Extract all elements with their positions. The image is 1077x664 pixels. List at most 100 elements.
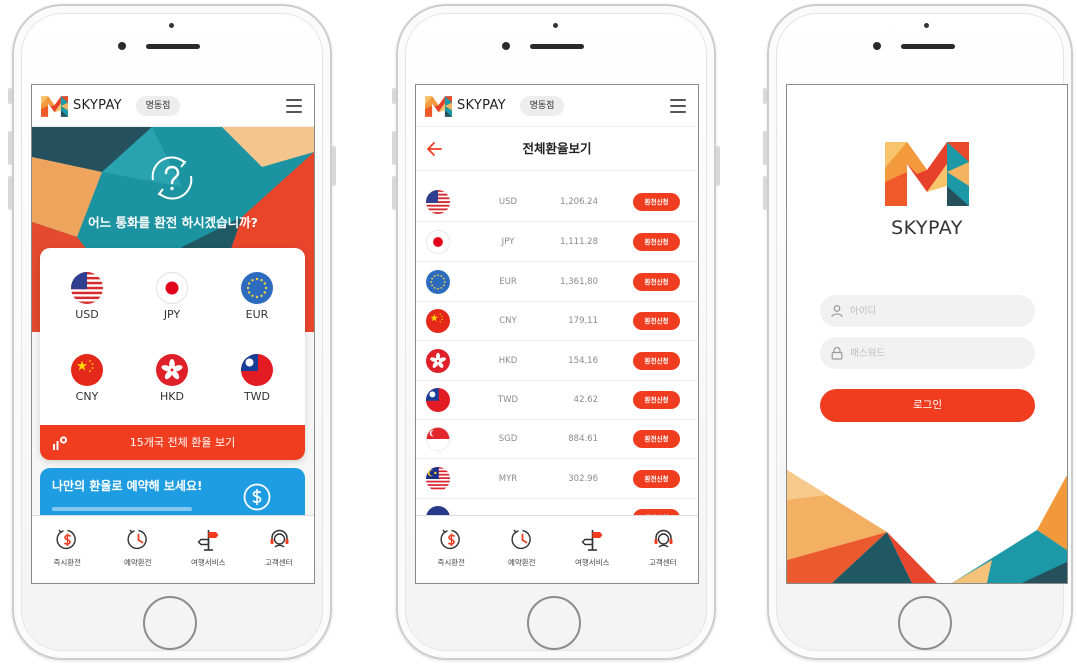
earpiece-speaker <box>530 44 584 49</box>
home-button[interactable] <box>143 596 197 650</box>
tab-label: 여행서비스 <box>575 558 610 567</box>
apply-exchange-button[interactable]: 환전신청 <box>633 273 680 291</box>
flag-eu-icon <box>426 270 450 294</box>
bottom-tab-bar: 즉시환전 예약환전 여행서비스 고객센터 <box>32 515 314 583</box>
flag-hong-kong-icon <box>156 354 188 386</box>
currency-option-cny[interactable]: CNY <box>52 354 122 424</box>
branch-badge[interactable]: 명동점 <box>136 96 180 116</box>
page-title: 전체환율보기 <box>522 141 592 156</box>
volume-down-button <box>8 176 12 210</box>
dollar-circle-icon <box>243 483 271 511</box>
tab-instant-exchange[interactable]: 즉시환전 <box>32 516 103 583</box>
brand-name: SKYPAY <box>457 98 506 113</box>
page-title-bar: 전체환율보기 <box>416 127 698 171</box>
currency-option-usd[interactable]: USD <box>52 272 122 342</box>
power-button <box>716 146 720 186</box>
reserved-exchange-icon <box>126 527 151 552</box>
flag-china-icon <box>71 354 103 386</box>
flag-taiwan-icon <box>426 388 450 412</box>
login-brand-name: SKYPAY <box>891 217 963 239</box>
mute-switch <box>763 88 767 104</box>
travel-service-icon <box>196 527 221 552</box>
tab-customer-center[interactable]: 고객센터 <box>244 516 315 583</box>
tab-reserved-exchange[interactable]: 예약환전 <box>103 516 174 583</box>
exchange-rate: 1,361,80 <box>560 277 598 287</box>
phone-home: SKYPAY 명동점 어느 통화를 환전 하시겠습니까? USD JPY EUR… <box>8 4 336 660</box>
power-button <box>332 146 336 186</box>
exchange-rate: 42.62 <box>573 395 598 405</box>
rates-screen: SKYPAY 명동점 전체환율보기 USD 1,206.24 환전신청 JPY … <box>416 85 698 583</box>
home-button[interactable] <box>898 596 952 650</box>
exchange-question-text: 어느 통화를 환전 하시겠습니까? <box>88 215 258 230</box>
proximity-sensor <box>553 23 558 28</box>
flag-eu-icon <box>241 272 273 304</box>
view-all-rates-button[interactable]: 15개국 전체 환율 보기 <box>40 425 305 460</box>
volume-up-button <box>763 131 767 165</box>
apply-exchange-button[interactable]: 환전신청 <box>633 352 680 370</box>
home-button[interactable] <box>527 596 581 650</box>
tab-customer-center[interactable]: 고객센터 <box>628 516 699 583</box>
tab-travel-service[interactable]: 여행서비스 <box>557 516 628 583</box>
banner-title: 나만의 환율로 예약해 보세요! <box>52 479 203 493</box>
apply-exchange-button[interactable]: 환전신청 <box>633 312 680 330</box>
tab-reserved-exchange[interactable]: 예약환전 <box>487 516 558 583</box>
apply-exchange-button[interactable]: 환전신청 <box>633 430 680 448</box>
tab-label: 즉시환전 <box>437 558 466 567</box>
login-button[interactable]: 로그인 <box>820 389 1035 422</box>
skypay-m-logo-icon[interactable] <box>425 96 452 117</box>
user-id-field[interactable] <box>820 295 1035 327</box>
currency-code: CNY <box>75 390 99 403</box>
menu-line <box>286 105 302 107</box>
proximity-sensor <box>924 23 929 28</box>
branch-badge[interactable]: 명동점 <box>520 96 564 116</box>
password-input[interactable] <box>850 337 1025 369</box>
currency-option-jpy[interactable]: JPY <box>137 272 207 342</box>
login-screen: SKYPAY 로그인 <box>787 85 1067 583</box>
exchange-rate: 884.61 <box>568 434 598 444</box>
flag-hong-kong-icon <box>426 349 450 373</box>
currency-option-eur[interactable]: EUR <box>222 272 292 342</box>
currency-code: USD <box>75 308 99 321</box>
volume-down-button <box>392 176 396 210</box>
flag-japan-icon <box>426 230 450 254</box>
currency-option-hkd[interactable]: HKD <box>137 354 207 424</box>
customer-center-icon <box>267 527 292 552</box>
banner-subtitle <box>52 507 192 511</box>
tab-instant-exchange[interactable]: 즉시환전 <box>416 516 487 583</box>
flag-china-icon <box>426 309 450 333</box>
password-field[interactable] <box>820 337 1035 369</box>
hamburger-menu-icon[interactable] <box>670 99 686 113</box>
menu-line <box>670 105 686 107</box>
tab-label: 예약환전 <box>507 558 536 567</box>
apply-exchange-button[interactable]: 환전신청 <box>633 233 680 251</box>
apply-exchange-button[interactable]: 환전신청 <box>633 391 680 409</box>
currency-code: CNY <box>499 316 517 326</box>
app-header: SKYPAY 명동점 <box>32 85 314 127</box>
flag-taiwan-icon <box>241 354 273 386</box>
volume-down-button <box>763 176 767 210</box>
bottom-tab-bar: 즉시환전 예약환전 여행서비스 고객센터 <box>416 515 698 583</box>
apply-exchange-button[interactable]: 환전신청 <box>633 470 680 488</box>
currency-code: EUR <box>245 308 269 321</box>
currency-option-twd[interactable]: TWD <box>222 354 292 424</box>
flag-malaysia-icon <box>426 467 450 491</box>
skypay-m-logo-icon[interactable] <box>41 96 68 117</box>
volume-up-button <box>8 131 12 165</box>
user-id-input[interactable] <box>850 295 1025 327</box>
menu-line <box>670 99 686 101</box>
currency-code: TWD <box>243 390 271 403</box>
earpiece-speaker <box>146 44 200 49</box>
currency-code: MYR <box>498 474 518 484</box>
mute-switch <box>8 88 12 104</box>
apply-exchange-button[interactable]: 환전신청 <box>633 193 680 211</box>
hamburger-menu-icon[interactable] <box>286 99 302 113</box>
rate-row-cny: CNY 179,11 환전신청 <box>416 301 698 341</box>
front-camera <box>502 42 510 50</box>
flag-japan-icon <box>156 272 188 304</box>
tab-travel-service[interactable]: 여행서비스 <box>173 516 244 583</box>
currency-code: USD <box>498 197 518 207</box>
app-header: SKYPAY 명동점 <box>416 85 698 127</box>
earpiece-speaker <box>901 44 955 49</box>
reserved-exchange-icon <box>510 527 535 552</box>
skypay-m-logo-icon <box>885 142 969 206</box>
